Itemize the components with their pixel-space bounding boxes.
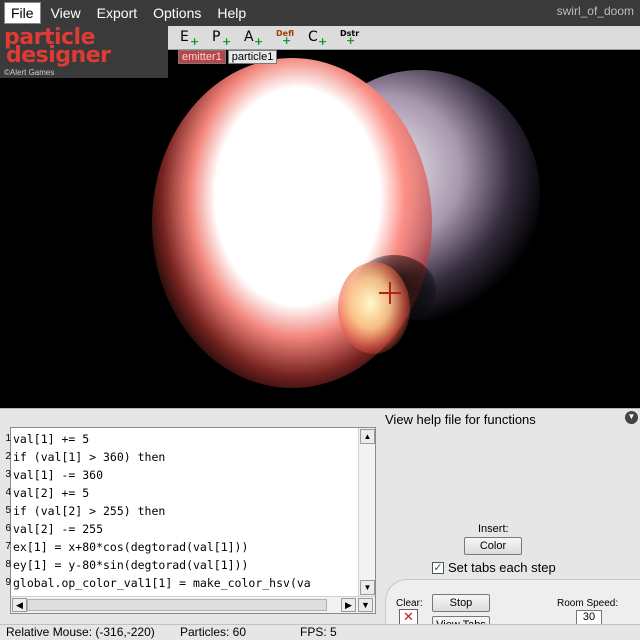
plus-icon: + <box>282 34 292 47</box>
scroll-down-icon[interactable]: ▼ <box>360 580 375 595</box>
logo-text-designer: designer <box>6 43 111 68</box>
collapse-icon[interactable]: ▼ <box>625 411 638 424</box>
add-attractor-icon: A <box>244 29 254 45</box>
add-attractor-button[interactable]: A + <box>244 29 263 48</box>
set-tabs-label: Set tabs each step <box>448 560 556 575</box>
add-emitter-button[interactable]: E + <box>180 29 199 48</box>
menu-help[interactable]: Help <box>211 3 252 23</box>
add-deflector-button[interactable]: Defl + <box>276 29 294 48</box>
line-number-gutter: 1 2 3 4 5 6 7 8 9 <box>1 430 11 592</box>
scroll-up-icon[interactable]: ▲ <box>360 429 375 444</box>
crosshair-icon <box>379 282 401 304</box>
insert-label: Insert: <box>478 523 509 535</box>
add-changer-icon: C <box>308 29 318 45</box>
add-particle-button[interactable]: P + <box>212 29 231 48</box>
code-editor[interactable]: 1 2 3 4 5 6 7 8 9 val[1] += 5 if (val[1]… <box>5 427 376 614</box>
line-number: 1 <box>5 433 11 444</box>
tab-emitter1[interactable]: emitter1 <box>178 50 226 64</box>
scroll-down-small-icon[interactable]: ▼ <box>358 598 373 612</box>
code-line[interactable]: val[1] += 5 <box>13 430 359 448</box>
bottom-panel: 1 2 3 4 5 6 7 8 9 val[1] += 5 if (val[1]… <box>0 408 640 634</box>
code-line[interactable]: if (val[2] > 255) then <box>13 502 359 520</box>
window-title: swirl_of_doom <box>556 4 634 18</box>
status-fps: FPS: 5 <box>300 625 337 639</box>
insert-color-button[interactable]: Color <box>464 537 522 555</box>
code-line[interactable]: ey[1] = y-80*sin(degtorad(val[1])) <box>13 556 359 574</box>
plus-icon: + <box>254 35 264 48</box>
help-functions-link[interactable]: View help file for functions <box>385 412 536 427</box>
line-number: 3 <box>5 469 11 480</box>
horizontal-scroll-thumb[interactable] <box>27 599 327 611</box>
add-particle-icon: P <box>212 29 221 45</box>
vertical-scrollbar[interactable]: ▲ ▼ <box>358 428 375 596</box>
add-changer-button[interactable]: C + <box>308 29 327 48</box>
plus-icon: + <box>222 35 232 48</box>
code-text-area[interactable]: val[1] += 5 if (val[1] > 360) then val[1… <box>13 430 359 596</box>
line-number: 4 <box>5 487 11 498</box>
code-line[interactable]: val[2] += 5 <box>13 484 359 502</box>
scroll-right-icon[interactable]: ▶ <box>341 598 356 612</box>
room-speed-input[interactable]: 30 <box>576 610 602 625</box>
playback-controls: Clear: ✕ Stop View Tabs Room Speed: 30 <box>385 579 640 634</box>
code-line[interactable]: val[2] -= 255 <box>13 520 359 538</box>
room-speed-label: Room Speed: <box>557 598 619 609</box>
menu-bar: File View Export Options Help <box>4 2 256 24</box>
toolbar: E + P + A + Defl + C + Dstr + <box>168 26 640 50</box>
code-line[interactable]: ex[1] = x+80*cos(degtorad(val[1])) <box>13 538 359 556</box>
status-particle-count: Particles: 60 <box>180 625 247 639</box>
particle-tail <box>338 262 410 354</box>
code-line[interactable]: if (val[1] > 360) then <box>13 448 359 466</box>
checkbox-checked-icon[interactable]: ✓ <box>432 561 444 574</box>
add-destroyer-button[interactable]: Dstr + <box>340 29 359 48</box>
line-number: 7 <box>5 541 11 552</box>
line-number: 9 <box>5 577 11 588</box>
line-number: 6 <box>5 523 11 534</box>
plus-icon: + <box>346 34 356 47</box>
set-tabs-toggle[interactable]: ✓ Set tabs each step <box>432 560 556 575</box>
object-tabs: emitter1 particle1 <box>178 50 279 64</box>
menu-export[interactable]: Export <box>91 3 143 23</box>
clear-icon[interactable]: ✕ <box>399 609 418 625</box>
status-relative-mouse: Relative Mouse: (-316,-220) <box>6 625 155 639</box>
menu-file[interactable]: File <box>4 2 41 24</box>
code-line[interactable]: val[1] -= 360 <box>13 466 359 484</box>
logo-credit: ©Alert Games <box>4 68 55 77</box>
add-emitter-icon: E <box>180 29 189 45</box>
stop-button[interactable]: Stop <box>432 594 490 612</box>
menu-options[interactable]: Options <box>147 3 207 23</box>
crosshair-vertical <box>389 282 391 304</box>
tab-particle1[interactable]: particle1 <box>227 50 278 64</box>
line-number: 2 <box>5 451 11 462</box>
clear-label: Clear: <box>396 598 423 609</box>
line-number: 8 <box>5 559 11 570</box>
code-line[interactable]: global.op_color_val1[1] = make_color_hsv… <box>13 574 359 592</box>
line-number: 5 <box>5 505 11 516</box>
status-bar: Relative Mouse: (-316,-220) Particles: 6… <box>0 624 640 640</box>
title-bar: File View Export Options Help swirl_of_d… <box>0 0 640 26</box>
plus-icon: + <box>190 35 200 48</box>
logo: particle designer ©Alert Games <box>0 26 168 78</box>
horizontal-scrollbar[interactable]: ◀ ▶ ▼ <box>11 596 375 613</box>
preview-canvas[interactable] <box>0 50 640 410</box>
menu-view[interactable]: View <box>45 3 87 23</box>
plus-icon: + <box>318 35 328 48</box>
scroll-left-icon[interactable]: ◀ <box>12 598 27 612</box>
